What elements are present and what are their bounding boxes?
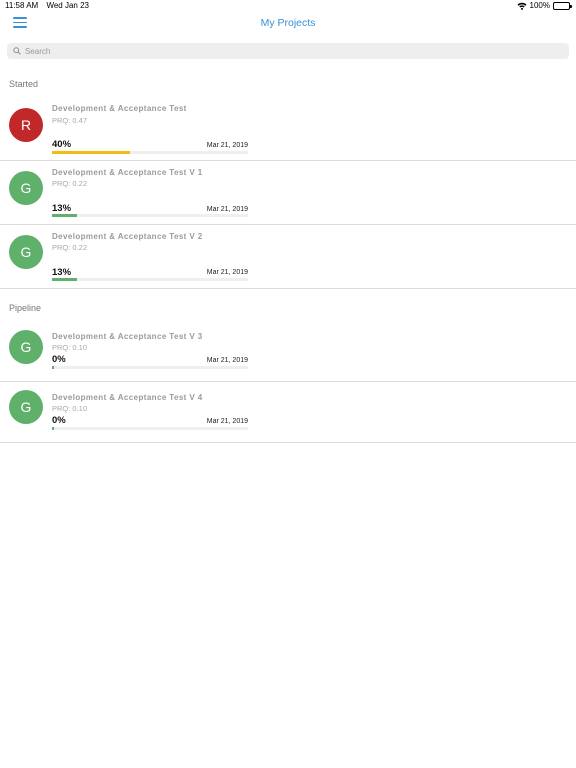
status-right: 100% (517, 1, 572, 10)
section-header-pipeline: Pipeline (0, 294, 576, 325)
search-bar[interactable] (7, 43, 569, 59)
progress-fill (52, 151, 131, 154)
progress-percent: 40% (52, 139, 72, 150)
progress-percent: 13% (52, 267, 72, 278)
section-label: Pipeline (9, 303, 42, 313)
avatar: R (9, 108, 43, 142)
project-row[interactable]: G Development & Acceptance Test V 3 PRQ:… (0, 322, 576, 382)
avatar: G (9, 330, 43, 364)
project-prq: PRQ: 0.22 (52, 243, 88, 252)
status-date: Wed Jan 23 (46, 1, 89, 10)
progress-bar (52, 366, 248, 369)
project-title: Development & Acceptance Test V 3 (52, 332, 203, 341)
project-prq: PRQ: 0.10 (52, 404, 88, 413)
progress-fill (52, 214, 78, 217)
avatar: G (9, 235, 43, 269)
project-date: Mar 21, 2019 (206, 269, 248, 276)
progress-percent: 0% (52, 415, 66, 426)
progress-bar (52, 214, 248, 217)
status-time: 11:58 AM (5, 1, 39, 10)
project-title: Development & Acceptance Test V 2 (52, 232, 203, 241)
progress-fill (52, 366, 54, 369)
project-title: Development & Acceptance Test (52, 104, 187, 113)
project-date: Mar 21, 2019 (206, 418, 248, 425)
progress-bar (52, 278, 248, 281)
project-prq: PRQ: 0.47 (52, 116, 88, 125)
battery-icon (553, 1, 572, 10)
wifi-icon (517, 2, 527, 10)
navigation-bar: My Projects (0, 12, 576, 38)
project-prq: PRQ: 0.22 (52, 179, 88, 188)
project-row[interactable]: R Development & Acceptance Test PRQ: 0.4… (0, 98, 576, 161)
progress-bar (52, 151, 248, 154)
progress-percent: 0% (52, 354, 66, 365)
progress-fill (52, 427, 54, 430)
search-input[interactable] (25, 46, 525, 56)
battery-percent: 100% (529, 1, 550, 10)
section-header-started: Started (0, 70, 576, 101)
status-left: 11:58 AM Wed Jan 23 (5, 1, 89, 10)
project-date: Mar 21, 2019 (206, 357, 248, 364)
search-icon (13, 47, 21, 55)
project-title: Development & Acceptance Test V 1 (52, 168, 203, 177)
status-bar: 11:58 AM Wed Jan 23 100% (0, 0, 576, 12)
section-label: Started (9, 79, 39, 89)
avatar: G (9, 171, 43, 205)
page-title: My Projects (260, 17, 316, 29)
avatar: G (9, 390, 43, 424)
project-date: Mar 21, 2019 (206, 206, 248, 213)
project-date: Mar 21, 2019 (206, 142, 248, 149)
project-title: Development & Acceptance Test V 4 (52, 393, 203, 402)
project-row[interactable]: G Development & Acceptance Test V 4 PRQ:… (0, 382, 576, 443)
progress-bar (52, 427, 248, 430)
project-row[interactable]: G Development & Acceptance Test V 1 PRQ:… (0, 161, 576, 225)
project-row[interactable]: G Development & Acceptance Test V 2 PRQ:… (0, 225, 576, 289)
progress-percent: 13% (52, 203, 72, 214)
progress-fill (52, 278, 78, 281)
project-prq: PRQ: 0.10 (52, 343, 88, 352)
